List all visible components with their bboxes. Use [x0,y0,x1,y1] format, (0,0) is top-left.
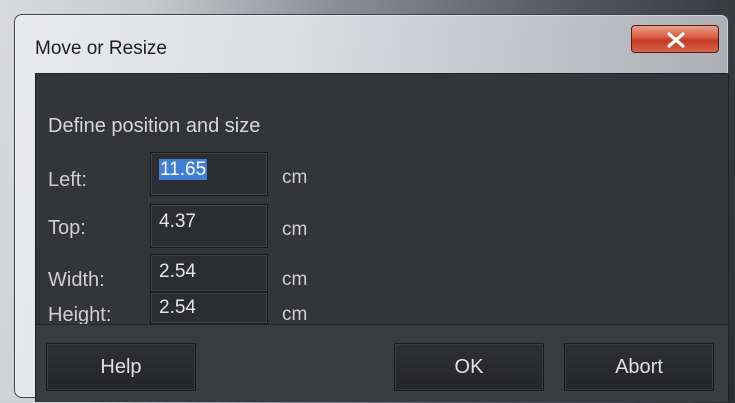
width-input[interactable]: 2.54 [150,254,268,292]
abort-button[interactable]: Abort [564,343,714,391]
move-resize-dialog: Move or Resize Define position and size … [14,14,729,402]
left-input-value: 11.65 [159,159,208,180]
button-bar: Help OK Abort [36,324,728,402]
close-x-icon [667,32,685,48]
top-unit: cm [282,219,308,240]
dialog-body: Define position and size Left: 11.65 cm … [35,73,729,402]
top-input-value: 4.37 [159,211,196,232]
width-label: Width: [48,269,105,291]
height-input-value: 2.54 [159,297,196,318]
left-input[interactable]: 11.65 [150,152,268,196]
top-label: Top: [48,217,86,239]
close-button[interactable] [631,25,719,53]
dialog-title: Move or Resize [35,38,167,59]
ok-button[interactable]: OK [394,343,544,391]
width-unit: cm [282,269,308,290]
help-button[interactable]: Help [46,343,196,391]
width-input-value: 2.54 [159,261,196,282]
left-label: Left: [48,169,87,191]
top-input[interactable]: 4.37 [150,204,268,248]
section-heading: Define position and size [48,115,261,137]
left-unit: cm [282,167,308,188]
height-input[interactable]: 2.54 [150,292,268,324]
